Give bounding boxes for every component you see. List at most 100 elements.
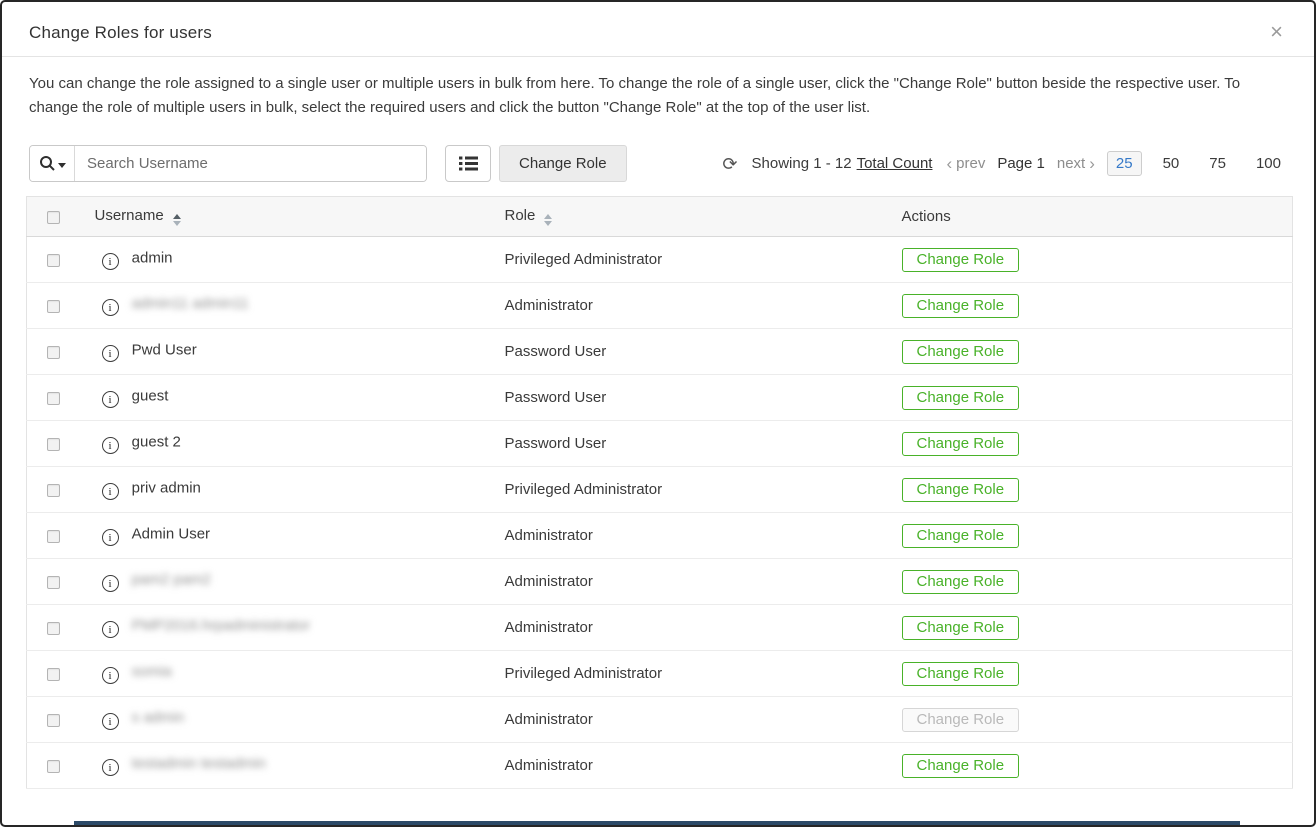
info-icon[interactable]: i: [102, 667, 119, 684]
row-change-role-button[interactable]: Change Role: [902, 432, 1020, 456]
role-text: Privileged Administrator: [505, 665, 663, 682]
role-text: Administrator: [505, 757, 593, 774]
table-row: i admin11 admin11 Administrator Change R…: [27, 283, 1293, 329]
toolbar: Change Role ⟳ Showing 1 - 12 Total Count…: [29, 145, 1290, 182]
row-checkbox[interactable]: [47, 484, 60, 497]
username-text: testadmin testadmin: [132, 755, 266, 772]
info-icon[interactable]: i: [102, 529, 119, 546]
table-row: i guest Password User Change Role: [27, 375, 1293, 421]
refresh-icon[interactable]: ⟳: [722, 155, 737, 173]
select-all-checkbox[interactable]: [47, 211, 60, 224]
info-icon[interactable]: i: [102, 437, 119, 454]
user-table: Username Role Actions i admin Privileged…: [26, 196, 1293, 789]
column-header-role[interactable]: Role: [505, 207, 536, 224]
page-size-75[interactable]: 75: [1200, 151, 1235, 176]
row-checkbox[interactable]: [47, 530, 60, 543]
row-checkbox[interactable]: [47, 760, 60, 773]
row-change-role-button[interactable]: Change Role: [902, 754, 1020, 778]
username-text: Pwd User: [132, 341, 197, 358]
row-checkbox[interactable]: [47, 346, 60, 359]
info-icon[interactable]: i: [102, 345, 119, 362]
info-icon[interactable]: i: [102, 483, 119, 500]
sort-icon-role[interactable]: [544, 214, 552, 226]
page-size-100[interactable]: 100: [1247, 151, 1290, 176]
role-text: Administrator: [505, 297, 593, 314]
page-size-50[interactable]: 50: [1154, 151, 1189, 176]
username-text: s admin: [132, 709, 185, 726]
table-row: i s admin Administrator Change Role: [27, 697, 1293, 743]
row-checkbox[interactable]: [47, 392, 60, 405]
row-change-role-button[interactable]: Change Role: [902, 662, 1020, 686]
next-angle-icon: ›: [1089, 155, 1095, 172]
prev-button[interactable]: ‹ prev: [946, 155, 985, 172]
table-row: i priv admin Privileged Administrator Ch…: [27, 467, 1293, 513]
role-text: Password User: [505, 435, 607, 452]
info-icon[interactable]: i: [102, 575, 119, 592]
table-row: i somia Privileged Administrator Change …: [27, 651, 1293, 697]
row-checkbox[interactable]: [47, 300, 60, 313]
row-change-role-button[interactable]: Change Role: [902, 386, 1020, 410]
username-text: admin: [132, 249, 173, 266]
username-text: PMP2016.hrpadministrator: [132, 617, 310, 634]
column-chooser-button[interactable]: [445, 145, 491, 182]
role-text: Password User: [505, 389, 607, 406]
row-checkbox[interactable]: [47, 438, 60, 451]
search-input[interactable]: [75, 146, 426, 181]
search-caret-icon: [58, 163, 66, 168]
table-row: i testadmin testadmin Administrator Chan…: [27, 743, 1293, 789]
info-icon[interactable]: i: [102, 299, 119, 316]
column-header-actions: Actions: [902, 208, 951, 225]
sort-icon-username[interactable]: [173, 214, 181, 226]
role-text: Administrator: [505, 573, 593, 590]
page-title: Change Roles for users: [29, 23, 212, 43]
role-text: Administrator: [505, 527, 593, 544]
row-checkbox[interactable]: [47, 714, 60, 727]
row-change-role-button: Change Role: [902, 708, 1020, 732]
page-footer-edge: [74, 821, 1240, 825]
info-icon[interactable]: i: [102, 759, 119, 776]
table-row: i Admin User Administrator Change Role: [27, 513, 1293, 559]
info-icon[interactable]: i: [102, 621, 119, 638]
role-text: Password User: [505, 343, 607, 360]
search-icon[interactable]: [30, 146, 75, 181]
row-checkbox[interactable]: [47, 254, 60, 267]
next-label: next: [1057, 155, 1085, 172]
search-group: [29, 145, 427, 182]
role-text: Administrator: [505, 711, 593, 728]
table-row: i guest 2 Password User Change Role: [27, 421, 1293, 467]
total-count-link[interactable]: Total Count: [857, 155, 933, 172]
page-size-25[interactable]: 25: [1107, 151, 1142, 176]
row-checkbox[interactable]: [47, 668, 60, 681]
description-text: You can change the role assigned to a si…: [29, 72, 1287, 120]
table-row: i pam2 pam2 Administrator Change Role: [27, 559, 1293, 605]
username-text: somia: [132, 663, 172, 680]
role-text: Privileged Administrator: [505, 481, 663, 498]
next-button[interactable]: next ›: [1057, 155, 1095, 172]
showing-text: Showing 1 - 12: [752, 155, 852, 172]
row-checkbox[interactable]: [47, 576, 60, 589]
prev-angle-icon: ‹: [946, 155, 952, 172]
row-change-role-button[interactable]: Change Role: [902, 570, 1020, 594]
table-row: i PMP2016.hrpadministrator Administrator…: [27, 605, 1293, 651]
info-icon[interactable]: i: [102, 391, 119, 408]
row-change-role-button[interactable]: Change Role: [902, 524, 1020, 548]
row-change-role-button[interactable]: Change Role: [902, 340, 1020, 364]
username-text: pam2 pam2: [132, 571, 211, 588]
info-icon[interactable]: i: [102, 713, 119, 730]
row-checkbox[interactable]: [47, 622, 60, 635]
row-change-role-button[interactable]: Change Role: [902, 616, 1020, 640]
column-header-username[interactable]: Username: [95, 207, 164, 224]
username-text: guest: [132, 387, 169, 404]
close-icon[interactable]: ×: [1266, 23, 1287, 41]
row-change-role-button[interactable]: Change Role: [902, 478, 1020, 502]
list-icon: [459, 156, 478, 171]
row-change-role-button[interactable]: Change Role: [902, 248, 1020, 272]
info-icon[interactable]: i: [102, 253, 119, 270]
bulk-change-role-button[interactable]: Change Role: [499, 145, 627, 182]
table-row: i admin Privileged Administrator Change …: [27, 237, 1293, 283]
page-indicator: Page 1: [997, 155, 1045, 172]
row-change-role-button[interactable]: Change Role: [902, 294, 1020, 318]
pagination: ⟳ Showing 1 - 12 Total Count ‹ prev Page…: [722, 151, 1290, 176]
change-roles-modal: Change Roles for users × You can change …: [0, 0, 1316, 827]
prev-label: prev: [956, 155, 985, 172]
